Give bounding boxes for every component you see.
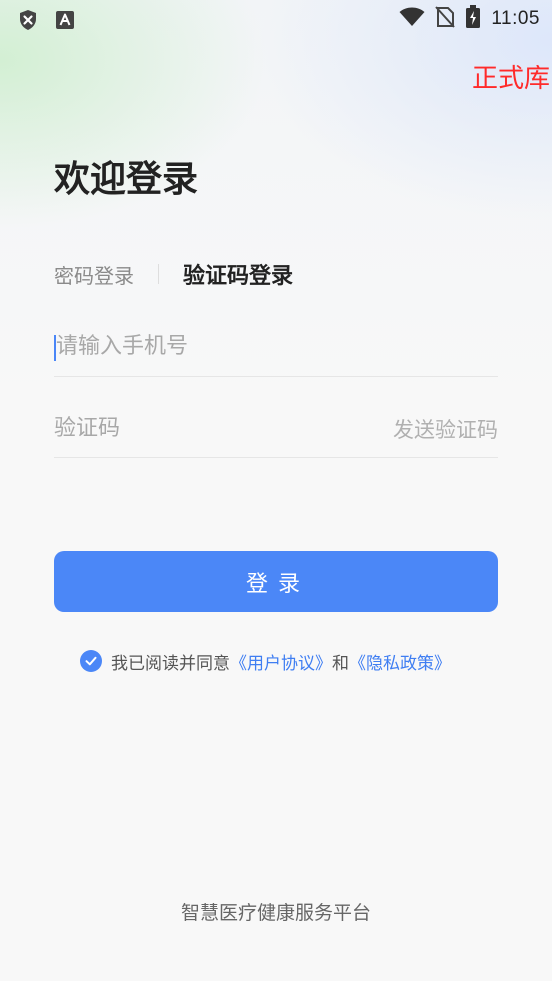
verification-code-input[interactable] <box>54 408 354 448</box>
font-a-icon <box>55 10 75 34</box>
text-cursor <box>54 335 56 361</box>
user-agreement-link[interactable]: 《用户协议》 <box>230 649 332 674</box>
agreement-conjunction: 和 <box>332 653 349 674</box>
shield-close-icon <box>18 9 38 35</box>
checkmark-icon <box>85 656 97 666</box>
platform-footer: 智慧医疗健康服务平台 <box>180 902 371 924</box>
code-field: 发送验证码 <box>54 408 498 458</box>
tab-divider <box>158 264 159 284</box>
login-tabs: 密码登录 验证码登录 <box>54 258 293 290</box>
wifi-icon <box>399 7 425 31</box>
phone-field <box>54 326 498 377</box>
status-time: 11:05 <box>491 8 540 29</box>
tab-code-login[interactable]: 验证码登录 <box>183 258 293 290</box>
privacy-policy-link[interactable]: 《隐私政策》 <box>349 649 451 674</box>
agreement-text: 我已阅读并同意 <box>111 653 230 674</box>
send-code-button[interactable]: 发送验证码 <box>393 414 498 444</box>
tab-password-login[interactable]: 密码登录 <box>54 260 134 289</box>
environment-label: 正式库 <box>471 64 550 94</box>
agreement-checkbox[interactable] <box>80 650 102 672</box>
no-sim-icon <box>435 6 456 32</box>
page-title: 欢迎登录 <box>54 159 199 200</box>
login-button[interactable]: 登录 <box>54 551 498 612</box>
agreement-row: 我已阅读并同意 《用户协议》 和 《隐私政策》 <box>80 648 451 674</box>
battery-charging-icon <box>465 5 481 33</box>
status-bar: 11:05 <box>0 0 552 38</box>
phone-input[interactable] <box>54 326 356 366</box>
